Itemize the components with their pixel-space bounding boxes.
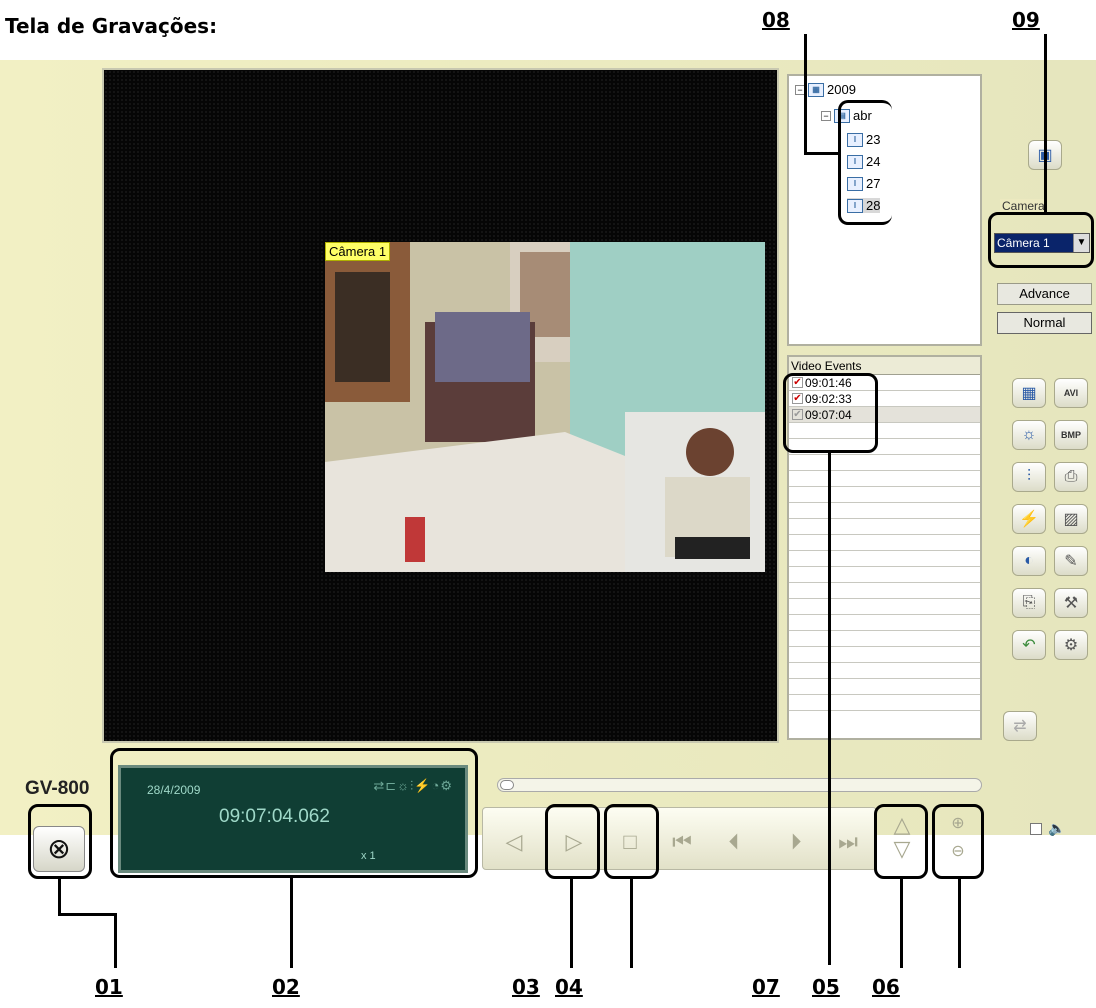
callout-line-01: [58, 879, 61, 915]
filter-icon[interactable]: ⚡: [1012, 504, 1046, 534]
print-icon[interactable]: ⎙: [1054, 462, 1088, 492]
callout-bracket-01: [28, 804, 92, 879]
color-settings-icon[interactable]: ◐: [1012, 546, 1046, 576]
callout-bracket-06: [874, 804, 928, 879]
event-row-empty: [789, 567, 980, 583]
undo-icon[interactable]: ↶: [1012, 630, 1046, 660]
normal-mode-button[interactable]: Normal: [997, 312, 1092, 334]
collapse-icon[interactable]: −: [821, 110, 831, 121]
callout-01: 01: [95, 975, 123, 999]
callout-line-05: [828, 453, 831, 965]
callout-line-06: [900, 878, 903, 968]
callout-07: 07: [752, 975, 780, 999]
calendar-icon: ▦: [808, 82, 824, 97]
audio-toggle[interactable]: 🔈: [1030, 820, 1065, 837]
event-row-empty: [789, 503, 980, 519]
callout-line-04: [570, 878, 573, 968]
event-row-empty: [789, 535, 980, 551]
callout-line-zoom: [958, 878, 961, 968]
slider-thumb[interactable]: [500, 780, 514, 790]
callout-08: 08: [762, 8, 790, 32]
settings-gear-icon[interactable]: ⚙: [1054, 630, 1088, 660]
callout-05: 05: [812, 975, 840, 999]
edit-list-icon[interactable]: ✎: [1054, 546, 1088, 576]
swap-arrows-icon[interactable]: ⇄: [1003, 711, 1037, 741]
event-row-empty: [789, 663, 980, 679]
speaker-icon: 🔈: [1048, 820, 1066, 836]
page-heading: Tela de Gravações:: [5, 14, 218, 38]
bmp-label: BMP: [1061, 430, 1081, 440]
event-row-empty: [789, 487, 980, 503]
avi-label: AVI: [1063, 388, 1079, 398]
callout-bracket-02: [110, 748, 478, 878]
fast-forward-icon[interactable]: ⏭: [826, 822, 870, 862]
tree-year-label: 2009: [827, 82, 856, 97]
event-row-empty: [789, 679, 980, 695]
callout-04: 04: [555, 975, 583, 999]
callout-bracket-07: [604, 804, 659, 879]
camera-group-label: Camera: [1000, 199, 1047, 213]
event-row-empty: [789, 519, 980, 535]
callout-line-02: [290, 878, 293, 968]
callout-line-08: [804, 152, 840, 155]
model-label: GV-800: [25, 778, 90, 799]
event-row-empty: [789, 695, 980, 711]
previous-frame-icon[interactable]: ⏴: [712, 822, 756, 862]
event-row-empty: [789, 599, 980, 615]
rewind-icon[interactable]: ⏮: [660, 822, 704, 862]
callout-bracket-04: [545, 804, 600, 879]
callout-03: 03: [512, 975, 540, 999]
callout-02: 02: [272, 975, 300, 999]
callout-line-09: [1044, 34, 1047, 214]
event-row-empty: [789, 615, 980, 631]
next-frame-icon[interactable]: ⏵: [774, 822, 818, 862]
callout-bracket-05: [783, 373, 878, 453]
event-row-empty: [789, 551, 980, 567]
photo-print-icon[interactable]: ▨: [1054, 504, 1088, 534]
callout-bracket-zoom: [932, 804, 984, 879]
play-backward-button[interactable]: ◁: [492, 822, 536, 862]
equalizer-icon[interactable]: ⫶: [1012, 462, 1046, 492]
stage: Tela de Gravações: 08 09 Câmera 1 − ▦ 20…: [0, 0, 1096, 1008]
camera-overlay-label: Câmera 1: [325, 242, 391, 261]
camera-frame: [325, 242, 765, 572]
copy-icon[interactable]: ⎘: [1012, 588, 1046, 618]
callout-bracket-08: [838, 100, 892, 225]
event-row-empty: [789, 471, 980, 487]
callout-line-08: [804, 34, 807, 154]
callout-line-01: [58, 913, 116, 916]
callout-06: 06: [872, 975, 900, 999]
audio-checkbox[interactable]: [1030, 822, 1042, 835]
callout-09: 09: [1012, 8, 1040, 32]
tools-icon[interactable]: ⚒: [1054, 588, 1088, 618]
callout-line-07: [630, 878, 633, 968]
callout-line-01: [114, 913, 117, 968]
event-row-empty: [789, 647, 980, 663]
image-icon[interactable]: ▦: [1012, 378, 1046, 408]
event-row-empty: [789, 583, 980, 599]
save-bmp-button[interactable]: BMP: [1054, 420, 1088, 450]
brightness-icon[interactable]: ☼: [1012, 420, 1046, 450]
event-row-empty: [789, 631, 980, 647]
save-avi-button[interactable]: AVI: [1054, 378, 1088, 408]
advance-mode-button[interactable]: Advance: [997, 283, 1092, 305]
timeline-slider[interactable]: [497, 778, 982, 792]
callout-bracket-09: [988, 212, 1094, 268]
event-row-empty: [789, 455, 980, 471]
